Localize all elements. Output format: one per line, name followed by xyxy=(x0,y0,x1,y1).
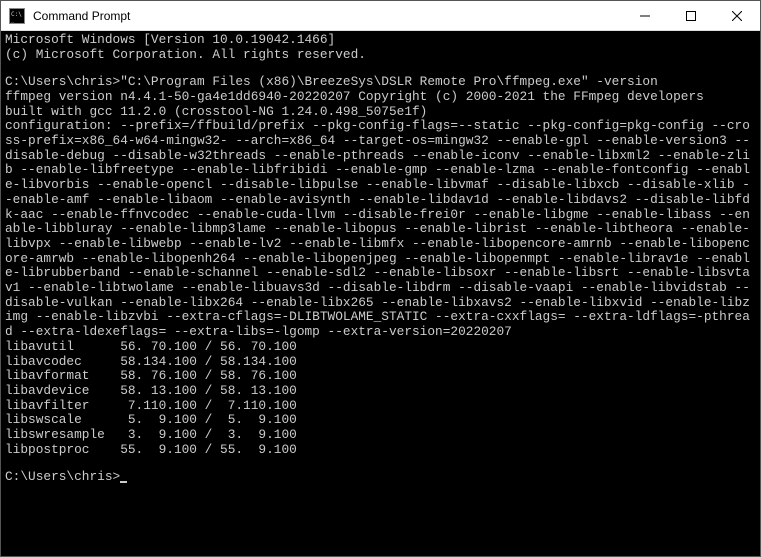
terminal-area[interactable]: Microsoft Windows [Version 10.0.19042.14… xyxy=(1,31,760,556)
terminal-line: Microsoft Windows [Version 10.0.19042.14… xyxy=(5,33,756,48)
terminal-line: libpostproc 55. 9.100 / 55. 9.100 xyxy=(5,443,756,458)
terminal-line: libavcodec 58.134.100 / 58.134.100 xyxy=(5,355,756,370)
terminal-line: libswresample 3. 9.100 / 3. 9.100 xyxy=(5,428,756,443)
terminal-line: C:\Users\chris> xyxy=(5,470,756,485)
titlebar-controls xyxy=(622,1,760,30)
terminal-line: libavutil 56. 70.100 / 56. 70.100 xyxy=(5,340,756,355)
cmd-icon: C:\ _ xyxy=(9,8,25,24)
terminal-line: built with gcc 11.2.0 (crosstool-NG 1.24… xyxy=(5,105,756,120)
titlebar[interactable]: C:\ _ Command Prompt xyxy=(1,1,760,31)
terminal-line: C:\Users\chris>"C:\Program Files (x86)\B… xyxy=(5,75,756,90)
minimize-button[interactable] xyxy=(622,1,668,31)
terminal-line: configuration: --prefix=/ffbuild/prefix … xyxy=(5,119,756,340)
terminal-line: libavdevice 58. 13.100 / 58. 13.100 xyxy=(5,384,756,399)
cursor xyxy=(120,481,127,483)
window-frame: C:\ _ Command Prompt Microsoft Windows [… xyxy=(0,0,761,557)
terminal-line: libavfilter 7.110.100 / 7.110.100 xyxy=(5,399,756,414)
terminal-line: libavformat 58. 76.100 / 58. 76.100 xyxy=(5,369,756,384)
maximize-button[interactable] xyxy=(668,1,714,31)
terminal-line: ffmpeg version n4.4.1-50-ga4e1dd6940-202… xyxy=(5,90,756,105)
close-button[interactable] xyxy=(714,1,760,31)
window-title: Command Prompt xyxy=(31,9,622,23)
terminal-line: libswscale 5. 9.100 / 5. 9.100 xyxy=(5,413,756,428)
terminal-line: (c) Microsoft Corporation. All rights re… xyxy=(5,48,756,63)
